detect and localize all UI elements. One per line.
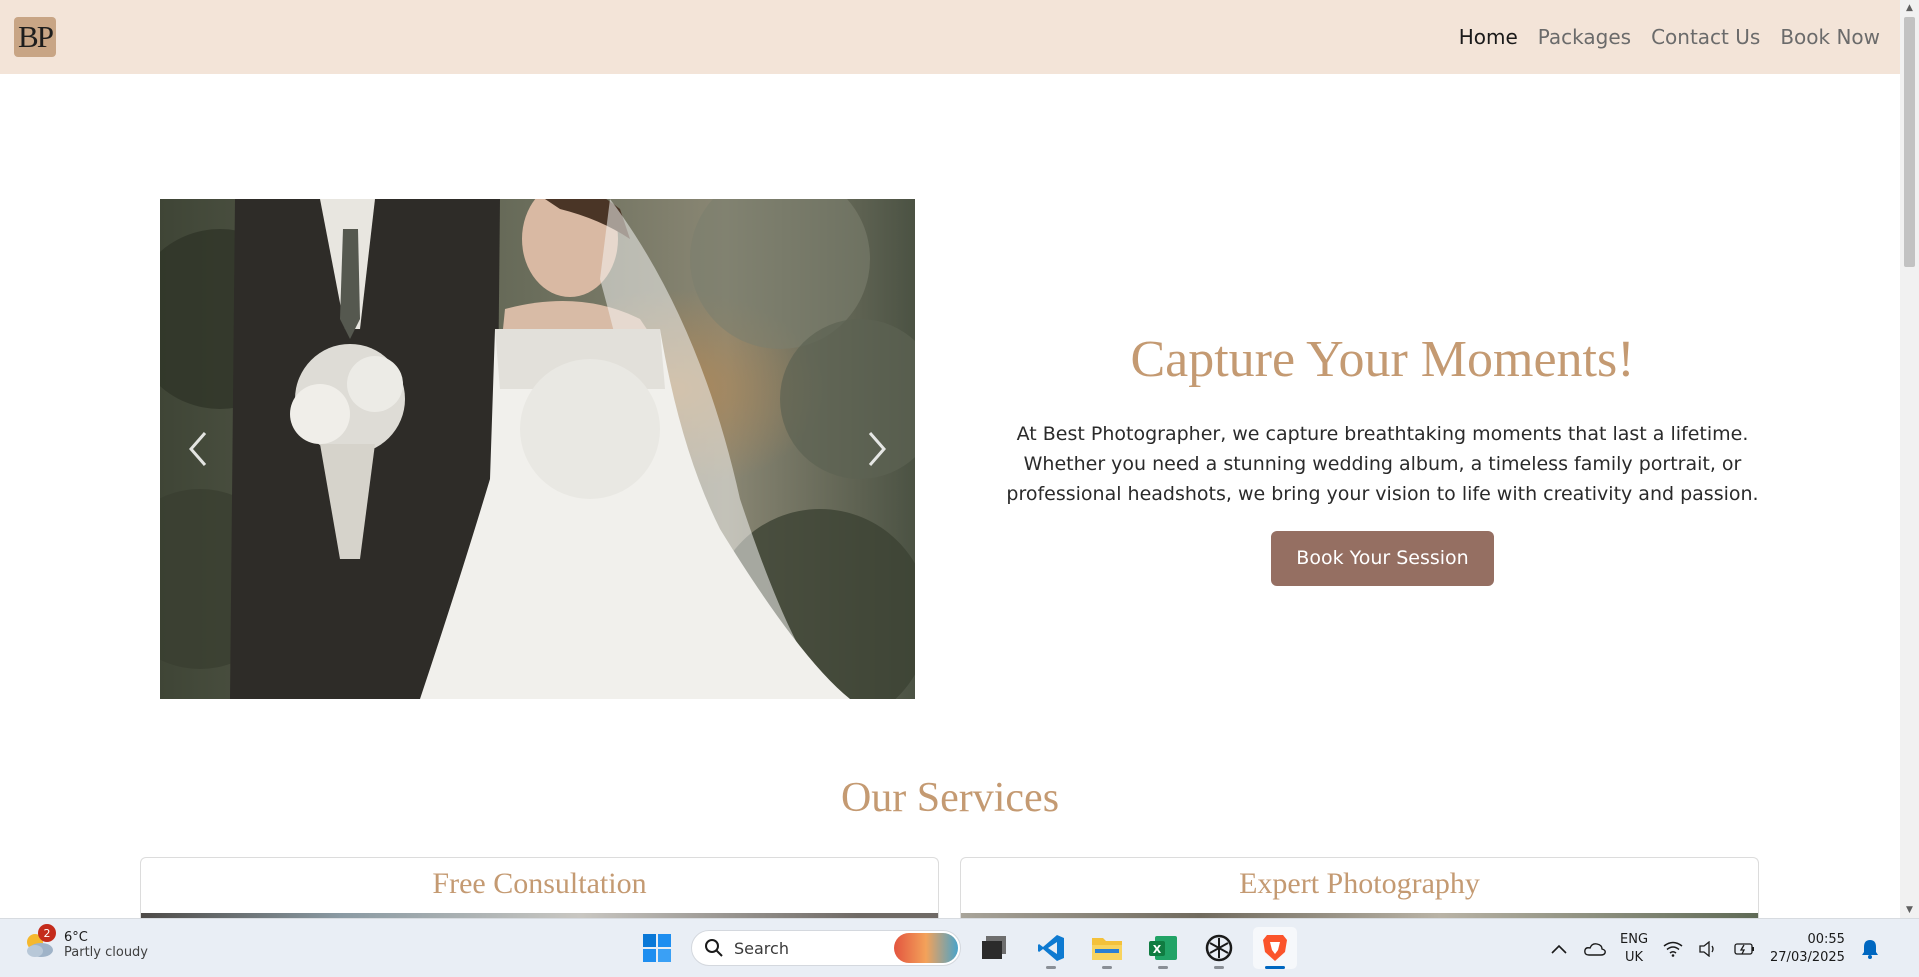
brave-app[interactable] (1253, 927, 1297, 969)
notification-bell-icon[interactable] (1859, 938, 1881, 960)
page-scrollbar[interactable]: ▲ ▼ (1900, 0, 1919, 918)
vscode-app[interactable] (1029, 927, 1073, 969)
service-card-title: Expert Photography (1239, 867, 1480, 900)
clock[interactable]: 00:55 27/03/2025 (1770, 931, 1845, 967)
system-tray: ENG UK 00:55 27/03/2025 (1548, 919, 1881, 977)
nav-link-contact-us[interactable]: Contact Us (1651, 25, 1760, 49)
language-indicator[interactable]: ENG UK (1620, 931, 1648, 967)
search-icon (705, 939, 723, 957)
app-running-indicator (1214, 966, 1224, 969)
onedrive-cloud-icon[interactable] (1584, 938, 1606, 960)
task-view-button[interactable] (973, 927, 1017, 969)
folder-icon (1092, 938, 1122, 960)
service-card-free-consultation[interactable]: Free Consultation (140, 857, 939, 927)
hero-text-block: Capture Your Moments! At Best Photograph… (960, 330, 1805, 586)
weather-condition: Partly cloudy (64, 945, 148, 960)
chevron-left-icon (189, 432, 207, 466)
language-code: ENG (1620, 931, 1649, 947)
search-placeholder: Search (734, 938, 789, 958)
nav-link-home[interactable]: Home (1459, 25, 1518, 49)
clock-date: 27/03/2025 (1770, 949, 1845, 965)
service-card-expert-photography[interactable]: Expert Photography (960, 857, 1759, 927)
services-title: Our Services (840, 775, 1060, 821)
scroll-up-arrow-icon[interactable]: ▲ (1900, 0, 1919, 16)
search-highlight-icon (894, 933, 958, 963)
hero-carousel (160, 199, 915, 699)
app-running-indicator (1158, 966, 1168, 969)
chatgpt-app[interactable] (1197, 927, 1241, 969)
chevron-up-icon[interactable] (1548, 938, 1570, 960)
service-card-title: Free Consultation (432, 867, 647, 900)
start-button[interactable] (635, 927, 679, 969)
nav-links: Home Packages Contact Us Book Now (1459, 25, 1880, 49)
volume-icon[interactable] (1698, 938, 1720, 960)
vscode-icon (1038, 935, 1064, 961)
book-your-session-button[interactable]: Book Your Session (1271, 531, 1494, 586)
scroll-thumb[interactable] (1904, 17, 1915, 267)
carousel-prev-button[interactable] (178, 424, 218, 474)
brand-logo[interactable]: BP (14, 17, 56, 57)
brave-icon (1263, 935, 1287, 961)
excel-app[interactable]: X (1141, 927, 1185, 969)
taskbar-search[interactable]: Search (691, 930, 961, 966)
file-explorer-icon (982, 936, 1006, 959)
excel-icon: X (1149, 936, 1177, 960)
windows-logo-icon (643, 934, 671, 962)
taskbar-apps: Search X (635, 927, 1297, 969)
weather-temperature: 6°C (64, 930, 88, 945)
app-active-indicator (1265, 966, 1285, 969)
weather-notification-badge: 2 (38, 924, 56, 942)
scroll-down-arrow-icon[interactable]: ▼ (1900, 902, 1919, 918)
app-running-indicator (1102, 966, 1112, 969)
windows-taskbar: 2 6°C Partly cloudy Search X ENG UK 00:5… (0, 918, 1919, 977)
explorer-app[interactable] (1085, 927, 1129, 969)
wifi-icon[interactable] (1662, 938, 1684, 960)
hero-description: At Best Photographer, we capture breatht… (1006, 423, 1759, 505)
battery-icon[interactable] (1734, 938, 1756, 960)
chatgpt-icon (1205, 934, 1233, 962)
language-region: UK (1624, 949, 1644, 965)
wedding-couple-photo (160, 199, 915, 699)
nav-link-book-now[interactable]: Book Now (1780, 25, 1880, 49)
navbar: BP Home Packages Contact Us Book Now (0, 0, 1900, 74)
carousel-next-button[interactable] (857, 424, 897, 474)
partly-cloudy-icon: 2 (22, 924, 56, 962)
app-running-indicator (1046, 966, 1056, 969)
nav-link-packages[interactable]: Packages (1538, 25, 1631, 49)
weather-widget[interactable]: 2 6°C Partly cloudy (22, 924, 148, 962)
clock-time: 00:55 (1807, 931, 1845, 947)
hero-title: Capture Your Moments! (1130, 331, 1635, 388)
chevron-right-icon (868, 432, 886, 466)
svg-text:X: X (1153, 943, 1162, 956)
